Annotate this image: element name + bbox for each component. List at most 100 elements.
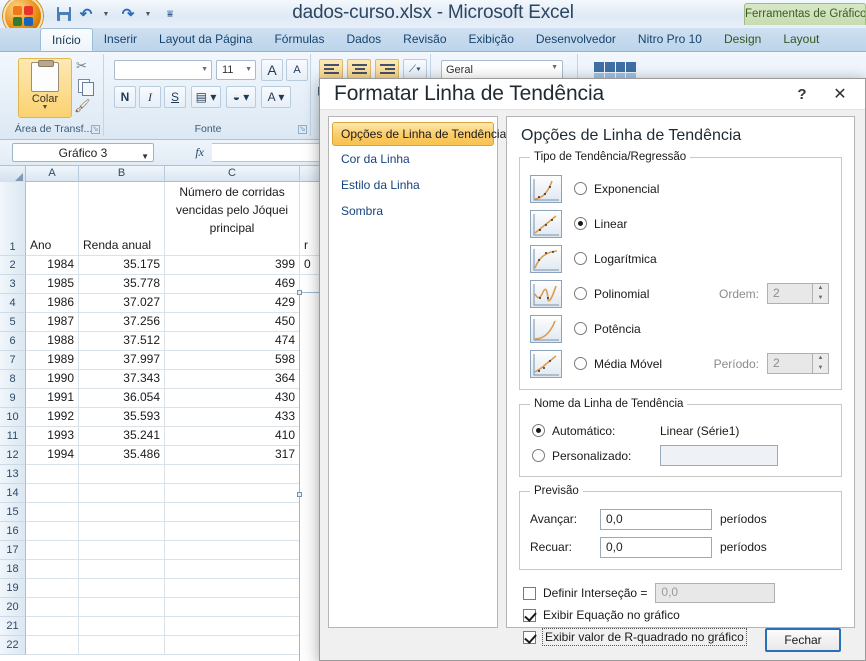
column-header-a[interactable]: A (26, 166, 79, 182)
cell-b14[interactable] (79, 484, 165, 503)
row-header-11[interactable]: 11 (0, 427, 26, 446)
radio-automatico[interactable] (532, 424, 545, 437)
cell-a16[interactable] (26, 522, 79, 541)
cell-a4[interactable]: 1986 (26, 294, 79, 313)
cell-b3[interactable]: 35.778 (79, 275, 165, 294)
cell-b6[interactable]: 37.512 (79, 332, 165, 351)
cell-b20[interactable] (79, 598, 165, 617)
align-center-icon[interactable] (347, 59, 371, 79)
row-header-1[interactable]: 1 (0, 182, 26, 256)
row-header-15[interactable]: 15 (0, 503, 26, 522)
spin-up-icon[interactable]: ▲ (813, 284, 828, 294)
font-color-icon[interactable]: A ▾ (261, 86, 291, 108)
cell-c3[interactable]: 469 (165, 275, 300, 294)
order-spin-buttons[interactable]: ▲ ▼ (812, 283, 829, 304)
row-header-14[interactable]: 14 (0, 484, 26, 503)
show-rsquared-row[interactable]: Exibir valor de R-quadrado no gráfico (519, 626, 842, 648)
set-intercept-row[interactable]: Definir Interseção = 0,0 (519, 582, 842, 604)
cell-c13[interactable] (165, 465, 300, 484)
row-header-13[interactable]: 13 (0, 465, 26, 484)
borders-icon[interactable]: ▤ ▾ (191, 86, 221, 108)
row-header-22[interactable]: 22 (0, 636, 26, 655)
radio-logaritmica[interactable] (574, 252, 587, 265)
tab-revisao[interactable]: Revisão (392, 28, 457, 51)
row-header-20[interactable]: 20 (0, 598, 26, 617)
cell-b2[interactable]: 35.175 (79, 256, 165, 275)
align-right-icon[interactable] (375, 59, 399, 79)
nav-item-line-color[interactable]: Cor da Linha (329, 146, 497, 172)
column-header-c[interactable]: C (165, 166, 300, 182)
bold-button[interactable]: N (114, 86, 136, 108)
trend-option-potencia[interactable]: Potência (530, 311, 831, 346)
tab-design[interactable]: Design (713, 28, 772, 51)
cell-b21[interactable] (79, 617, 165, 636)
shrink-font-icon[interactable]: A (286, 59, 308, 81)
cell-a12[interactable]: 1994 (26, 446, 79, 465)
checkbox-definir-intersecao[interactable] (523, 586, 536, 600)
tab-layout-da-pagina[interactable]: Layout da Página (148, 28, 263, 51)
font-dialog-launcher[interactable]: ⬂ (298, 125, 307, 134)
clipboard-dialog-launcher[interactable]: ⬂ (91, 125, 100, 134)
cell-a20[interactable] (26, 598, 79, 617)
cell-c5[interactable]: 450 (165, 313, 300, 332)
resize-handle-nw[interactable] (297, 290, 302, 295)
tab-dados[interactable]: Dados (335, 28, 392, 51)
cell-a1[interactable]: Ano (26, 182, 79, 256)
cell-c15[interactable] (165, 503, 300, 522)
cell-c4[interactable]: 429 (165, 294, 300, 313)
tab-formulas[interactable]: Fórmulas (263, 28, 335, 51)
tab-nitro-pro-10[interactable]: Nitro Pro 10 (627, 28, 713, 51)
cell-b12[interactable]: 35.486 (79, 446, 165, 465)
cell-c10[interactable]: 433 (165, 408, 300, 427)
trend-option-polinomial[interactable]: Polinomial Ordem: 2 ▲ ▼ (530, 276, 831, 311)
checkbox-exibir-equacao[interactable] (523, 608, 536, 622)
cell-a18[interactable] (26, 560, 79, 579)
row-header-2[interactable]: 2 (0, 256, 26, 275)
cell-b4[interactable]: 37.027 (79, 294, 165, 313)
font-name-input[interactable]: ▼ (114, 60, 212, 80)
cell-b11[interactable]: 35.241 (79, 427, 165, 446)
period-spin-buttons[interactable]: ▲ ▼ (812, 353, 829, 374)
spin-down-icon[interactable]: ▼ (813, 364, 828, 374)
cell-c7[interactable]: 598 (165, 351, 300, 370)
order-value[interactable]: 2 (767, 283, 812, 304)
cell-a2[interactable]: 1984 (26, 256, 79, 275)
cell-b5[interactable]: 37.256 (79, 313, 165, 332)
cell-c20[interactable] (165, 598, 300, 617)
cell-b16[interactable] (79, 522, 165, 541)
tab-inicio[interactable]: Início (40, 28, 93, 51)
row-header-8[interactable]: 8 (0, 370, 26, 389)
row-header-10[interactable]: 10 (0, 408, 26, 427)
cell-a8[interactable]: 1990 (26, 370, 79, 389)
radio-linear[interactable] (574, 217, 587, 230)
cell-c8[interactable]: 364 (165, 370, 300, 389)
tab-desenvolvedor[interactable]: Desenvolvedor (525, 28, 627, 51)
row-header-16[interactable]: 16 (0, 522, 26, 541)
cell-c9[interactable]: 430 (165, 389, 300, 408)
trend-name-automatic-row[interactable]: Automático: Linear (Série1) (530, 418, 831, 443)
help-button[interactable]: ? (785, 79, 819, 109)
cell-c17[interactable] (165, 541, 300, 560)
font-size-input[interactable]: 11 ▼ (216, 60, 256, 80)
cell-a17[interactable] (26, 541, 79, 560)
show-equation-row[interactable]: Exibir Equação no gráfico (519, 604, 842, 626)
radio-personalizado[interactable] (532, 449, 545, 462)
period-stepper[interactable]: 2 ▲ ▼ (767, 353, 829, 374)
trend-option-exponencial[interactable]: Exponencial (530, 171, 831, 206)
cell-c1[interactable]: Número de corridas vencidas pelo Jóquei … (165, 182, 300, 256)
custom-name-input[interactable] (660, 445, 778, 466)
cell-c18[interactable] (165, 560, 300, 579)
cell-b17[interactable] (79, 541, 165, 560)
paste-button[interactable]: Colar ▼ (18, 58, 72, 118)
cell-a15[interactable] (26, 503, 79, 522)
underline-button[interactable]: S (164, 86, 186, 108)
cell-b1[interactable]: Renda anual (79, 182, 165, 256)
nav-item-line-style[interactable]: Estilo da Linha (329, 172, 497, 198)
row-header-5[interactable]: 5 (0, 313, 26, 332)
spin-up-icon[interactable]: ▲ (813, 354, 828, 364)
format-painter-icon[interactable]: 🖌 (74, 98, 94, 116)
nav-item-shadow[interactable]: Sombra (329, 198, 497, 224)
name-box[interactable]: Gráfico 3 ▼ (12, 143, 154, 162)
period-value[interactable]: 2 (767, 353, 812, 374)
cell-a3[interactable]: 1985 (26, 275, 79, 294)
